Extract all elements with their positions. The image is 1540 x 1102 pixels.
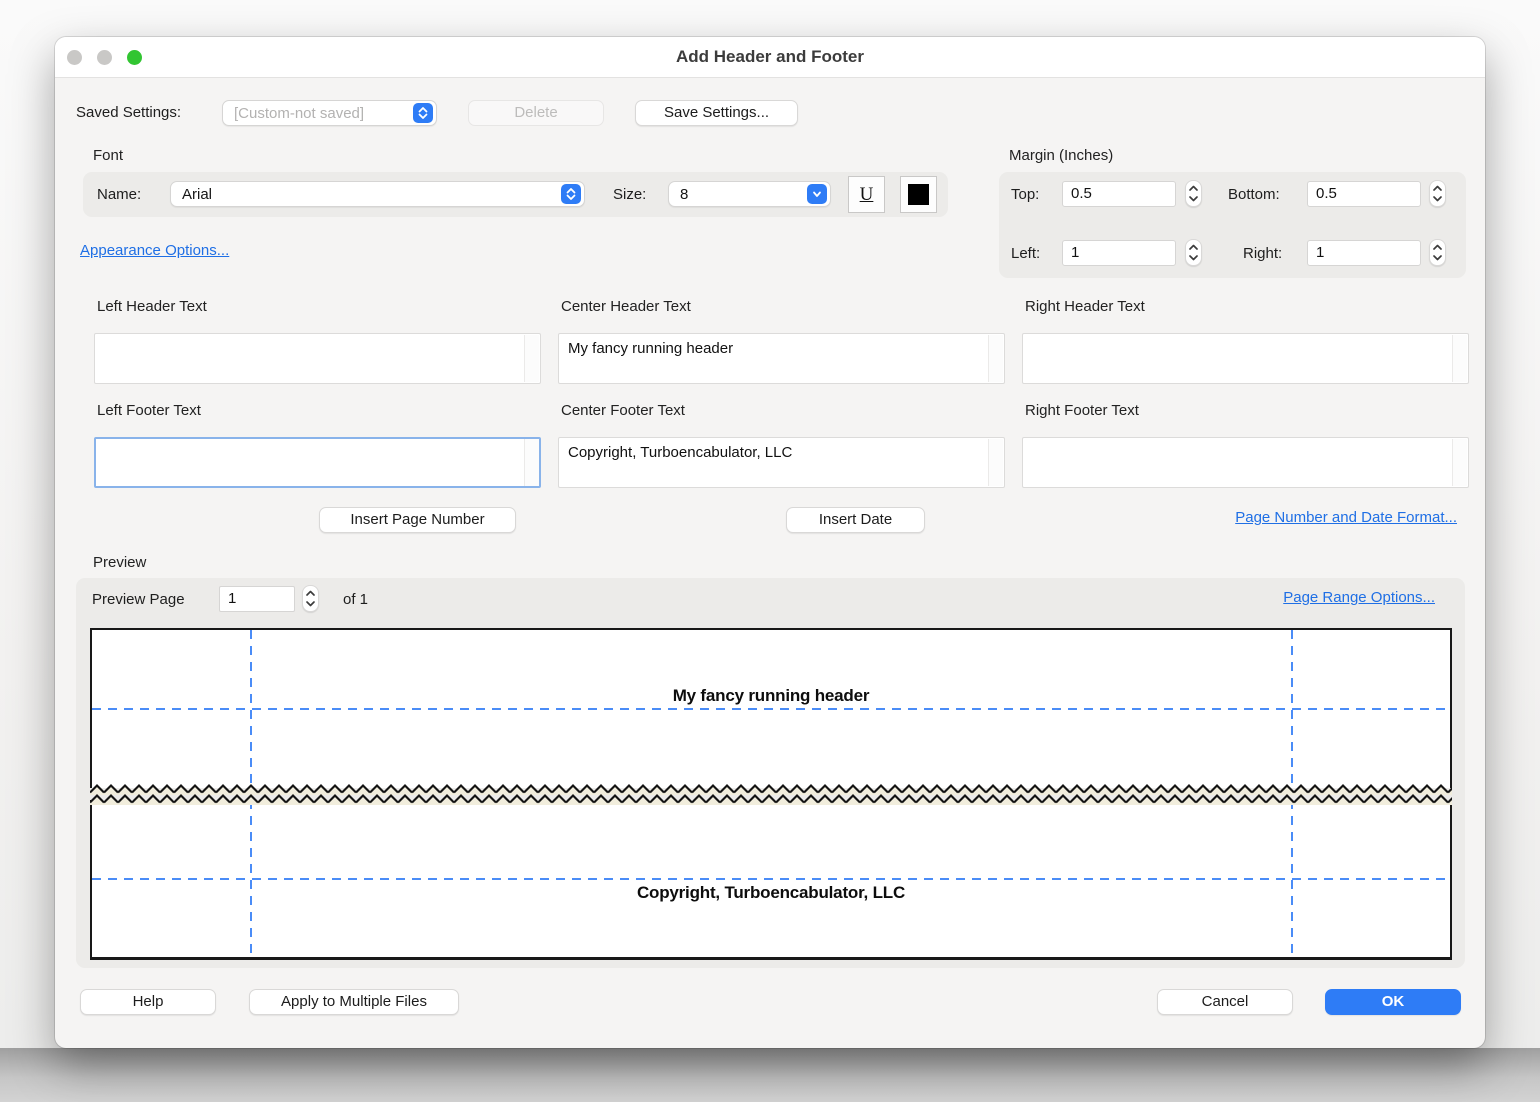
add-header-footer-dialog: Add Header and Footer Saved Settings: [C…	[55, 37, 1485, 1048]
margin-section-label: Margin (Inches)	[1009, 147, 1113, 164]
scrollbar-track	[524, 335, 539, 382]
preview-header-text: My fancy running header	[92, 686, 1450, 706]
font-color-swatch[interactable]	[900, 176, 937, 213]
saved-settings-value: [Custom-not saved]	[223, 105, 413, 122]
ok-button[interactable]: OK	[1325, 989, 1461, 1015]
margin-right-field[interactable]: 1	[1307, 240, 1421, 266]
preview-page-stepper[interactable]	[302, 585, 319, 612]
page-range-options-link[interactable]: Page Range Options...	[1283, 589, 1435, 606]
torn-edge-icon	[90, 793, 1452, 805]
margin-right-stepper[interactable]	[1429, 239, 1446, 266]
apply-to-multiple-files-button[interactable]: Apply to Multiple Files	[249, 989, 459, 1015]
margin-top-stepper[interactable]	[1185, 180, 1202, 207]
center-footer-textarea[interactable]: Copyright, Turboencabulator, LLC	[558, 437, 1005, 488]
font-groupbox: Name: Arial Size: 8 U	[83, 172, 948, 217]
saved-settings-dropdown[interactable]: [Custom-not saved]	[222, 100, 437, 126]
preview-page-field[interactable]: 1	[219, 586, 295, 612]
margin-left-label: Left:	[1011, 241, 1057, 266]
underline-button[interactable]: U	[848, 176, 885, 213]
left-header-label: Left Header Text	[97, 298, 207, 315]
preview-footer-text: Copyright, Turboencabulator, LLC	[92, 883, 1450, 903]
insert-page-number-button[interactable]: Insert Page Number	[319, 507, 516, 533]
dialog-title: Add Header and Footer	[676, 47, 864, 67]
right-footer-label: Right Footer Text	[1025, 402, 1139, 419]
font-name-dropdown[interactable]: Arial	[170, 181, 585, 207]
preview-page-top: My fancy running header	[90, 628, 1452, 788]
left-footer-textarea[interactable]	[94, 437, 541, 488]
font-name-label: Name:	[97, 182, 141, 207]
titlebar: Add Header and Footer	[55, 37, 1485, 78]
preview-section-label: Preview	[93, 554, 146, 571]
right-header-textarea[interactable]	[1022, 333, 1469, 384]
preview-groupbox: Preview Page 1 of 1 Page Range Options..…	[76, 578, 1465, 968]
chevron-down-icon	[807, 184, 827, 204]
underline-glyph: U	[860, 184, 874, 206]
margin-top-label: Top:	[1011, 182, 1057, 207]
scrollbar-track	[988, 439, 1003, 486]
center-header-label: Center Header Text	[561, 298, 691, 315]
font-size-label: Size:	[613, 182, 646, 207]
save-settings-button[interactable]: Save Settings...	[635, 100, 798, 126]
minimize-window-icon[interactable]	[97, 50, 112, 65]
desktop-background	[0, 1048, 1540, 1102]
up-down-chevrons-icon	[1432, 183, 1443, 204]
center-footer-label: Center Footer Text	[561, 402, 685, 419]
margin-bottom-field[interactable]: 0.5	[1307, 181, 1421, 207]
margin-right-label: Right:	[1243, 241, 1282, 266]
font-section-label: Font	[93, 147, 123, 164]
margin-bottom-label: Bottom:	[1228, 182, 1280, 207]
saved-settings-label: Saved Settings:	[76, 100, 181, 125]
close-window-icon[interactable]	[67, 50, 82, 65]
preview-page-label: Preview Page	[92, 587, 185, 612]
font-name-value: Arial	[171, 186, 561, 203]
footer-margin-guide	[92, 878, 1450, 880]
color-swatch-black	[908, 184, 929, 205]
left-header-textarea[interactable]	[94, 333, 541, 384]
up-down-chevrons-icon	[1432, 242, 1443, 263]
margin-bottom-stepper[interactable]	[1429, 180, 1446, 207]
chevron-up-down-icon	[561, 184, 581, 204]
cancel-button[interactable]: Cancel	[1157, 989, 1293, 1015]
delete-button[interactable]: Delete	[468, 100, 604, 126]
right-header-label: Right Header Text	[1025, 298, 1145, 315]
up-down-chevrons-icon	[1188, 242, 1199, 263]
margin-left-stepper[interactable]	[1185, 239, 1202, 266]
right-footer-textarea[interactable]	[1022, 437, 1469, 488]
scrollbar-track	[1452, 335, 1467, 382]
chevron-up-down-icon	[413, 103, 433, 123]
scrollbar-track	[524, 439, 539, 486]
scrollbar-track	[988, 335, 1003, 382]
up-down-chevrons-icon	[1188, 183, 1199, 204]
header-margin-guide	[92, 708, 1450, 710]
zoom-window-icon[interactable]	[127, 50, 142, 65]
scrollbar-track	[1452, 439, 1467, 486]
margin-top-field[interactable]: 0.5	[1062, 181, 1176, 207]
insert-date-button[interactable]: Insert Date	[786, 507, 925, 533]
left-footer-label: Left Footer Text	[97, 402, 201, 419]
help-button[interactable]: Help	[80, 989, 216, 1015]
center-header-textarea[interactable]: My fancy running header	[558, 333, 1005, 384]
page-number-date-format-link[interactable]: Page Number and Date Format...	[1235, 509, 1457, 526]
preview-of-label: of 1	[343, 587, 368, 612]
margin-left-field[interactable]: 1	[1062, 240, 1176, 266]
preview-page-bottom: Copyright, Turboencabulator, LLC	[90, 800, 1452, 960]
margin-groupbox: Top: 0.5 Bottom: 0.5 Left: 1 Right: 1	[999, 172, 1466, 278]
appearance-options-link[interactable]: Appearance Options...	[80, 242, 229, 259]
font-size-value: 8	[669, 186, 807, 203]
up-down-chevrons-icon	[305, 588, 316, 609]
font-size-dropdown[interactable]: 8	[668, 181, 831, 207]
